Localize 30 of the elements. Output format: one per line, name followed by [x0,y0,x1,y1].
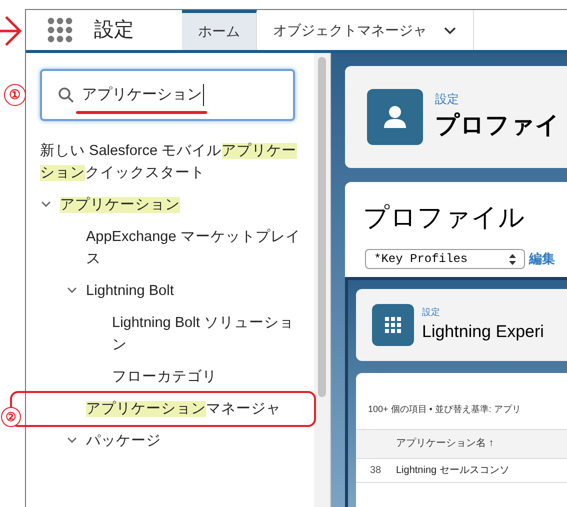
callout-number: ① [4,84,26,106]
app-launcher-icon[interactable] [47,17,73,43]
tree-item[interactable]: アプリケーションマネージャ [66,398,281,420]
edit-link[interactable]: 編集 [529,249,555,269]
column-header[interactable]: アプリケーション名 ↑ [396,436,494,451]
sort-arrows-icon [509,254,516,264]
page-title: Lightning Experi [422,321,544,343]
search-field[interactable]: アプリケーション [40,69,295,121]
tree-item[interactable]: Lightning Bolt [86,280,174,302]
tree-item[interactable]: Lightning Bolt ソリューション [92,312,306,356]
section-title: プロファイル [363,202,525,232]
list-summary: 100+ 個の項目 • 並び替え基準: アプリ [367,403,522,416]
scrollbar-thumb[interactable] [318,57,326,397]
page-title: プロファイ [435,111,560,141]
table-cell-text: Lightning セールスコンソ [396,464,510,478]
callout-number: ② [1,407,21,427]
profile-icon [367,89,423,145]
arrow-icon [0,14,22,48]
tree-item[interactable]: パッケージ [86,430,161,452]
nav-tab[interactable]: ホーム [182,10,257,50]
breadcrumb-link[interactable]: 設定 [422,306,544,319]
search-icon [58,87,74,103]
tree-item[interactable]: AppExchange マーケットプレイス [66,226,306,270]
view-select[interactable]: *Key Profiles [365,249,525,269]
app-title: 設定 [94,18,134,43]
breadcrumb-link[interactable]: 設定 [435,90,560,108]
tree-item[interactable]: アプリケーション [60,194,180,216]
app-grid-icon [372,304,414,346]
tree-item[interactable]: フローカテゴリ [92,366,217,388]
row-number: 38 [369,464,382,478]
